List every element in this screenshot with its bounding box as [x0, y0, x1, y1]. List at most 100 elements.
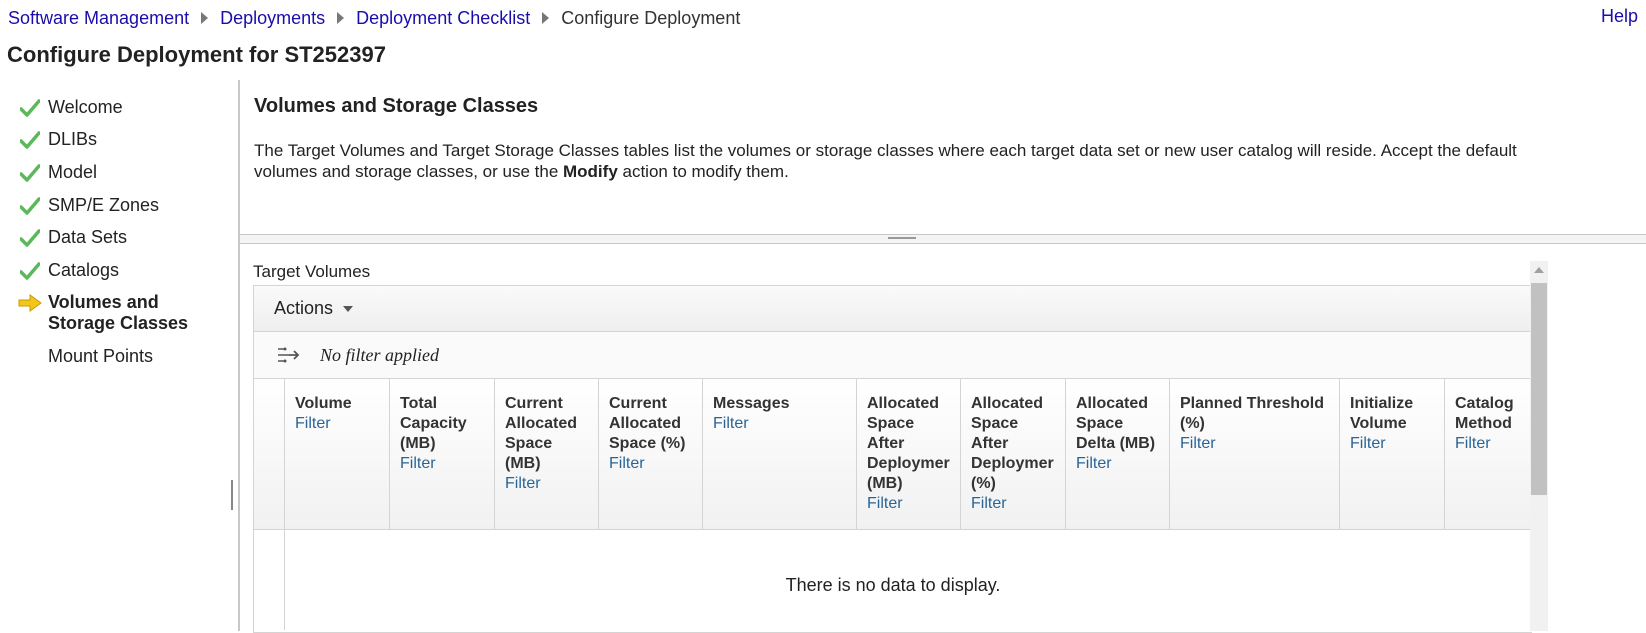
table-body: There is no data to display.: [254, 530, 1532, 630]
vertical-splitter[interactable]: [231, 480, 233, 510]
column-header-messages[interactable]: Messages Filter: [702, 379, 856, 529]
breadcrumb-software-management[interactable]: Software Management: [8, 8, 189, 29]
nav-item-smpe-zones[interactable]: SMP/E Zones: [18, 195, 159, 217]
breadcrumb-deployment-checklist[interactable]: Deployment Checklist: [356, 8, 530, 29]
description-text-end: action to modify them.: [617, 162, 789, 181]
column-filter-link[interactable]: Filter: [295, 414, 389, 434]
breadcrumb-deployments[interactable]: Deployments: [220, 8, 325, 29]
nav-item-label-line1: Volumes and: [48, 292, 159, 312]
column-header-allocated-after-mb[interactable]: Allocated Space After Deploymer (MB) Fil…: [856, 379, 960, 529]
description-text: The Target Volumes and Target Storage Cl…: [254, 141, 1517, 181]
column-title: Catalog: [1455, 395, 1514, 412]
column-title: Allocated: [971, 395, 1044, 412]
column-header-total-capacity[interactable]: Total Capacity (MB) Filter: [389, 379, 494, 529]
page-title: Configure Deployment for ST252397: [7, 42, 386, 67]
nav-item-volumes-storage-classes[interactable]: Volumes and Storage Classes: [18, 292, 188, 334]
filter-toggle-icon[interactable]: [276, 343, 300, 367]
nav-item-dlibs[interactable]: DLIBs: [18, 129, 97, 151]
blank-icon: [18, 346, 42, 368]
column-title: (MB): [400, 435, 436, 452]
row-select-header[interactable]: [254, 379, 284, 529]
column-title: Method: [1455, 415, 1512, 432]
column-filter-link[interactable]: Filter: [1455, 434, 1532, 454]
nav-item-label: Welcome: [48, 97, 123, 117]
column-filter-link[interactable]: Filter: [505, 474, 598, 494]
actions-label: Actions: [274, 298, 334, 318]
column-title: Initialize: [1350, 395, 1414, 412]
section-title: Volumes and Storage Classes: [254, 95, 539, 117]
chevron-right-icon: [542, 12, 550, 24]
horizontal-splitter[interactable]: [240, 234, 1646, 244]
nav-item-mount-points[interactable]: Mount Points: [18, 346, 153, 368]
nav-item-model[interactable]: Model: [18, 162, 97, 184]
column-header-initialize-volume[interactable]: Initialize Volume Filter: [1339, 379, 1444, 529]
empty-table-message: There is no data to display.: [785, 575, 1001, 595]
description-bold-text: Modify: [563, 162, 618, 181]
column-title: Allocated: [505, 415, 578, 432]
splitter-grip-icon: [888, 237, 916, 239]
table-caption: Target Volumes: [253, 262, 371, 281]
checkmark-icon: [18, 162, 42, 184]
scrollbar-thumb[interactable]: [1531, 283, 1547, 495]
nav-item-welcome[interactable]: Welcome: [18, 97, 123, 119]
column-header-current-allocated-space-mb[interactable]: Current Allocated Space (MB) Filter: [494, 379, 598, 529]
column-header-allocated-after-pct[interactable]: Allocated Space After Deploymer (%) Filt…: [960, 379, 1065, 529]
arrow-right-icon: [18, 292, 42, 314]
column-title: (%): [1180, 415, 1205, 432]
scroll-up-icon[interactable]: [1534, 267, 1544, 273]
nav-item-label: Data Sets: [48, 227, 128, 247]
breadcrumb-current: Configure Deployment: [561, 7, 741, 28]
nav-item-label: Volumes and Storage Classes: [48, 292, 188, 334]
column-title: Messages: [713, 395, 790, 412]
column-header-volume[interactable]: Volume Filter: [284, 379, 389, 529]
nav-item-label: Model: [48, 162, 98, 182]
column-title: Volume: [295, 395, 352, 412]
column-title: Deploymer: [867, 455, 950, 472]
column-filter-link[interactable]: Filter: [971, 494, 1065, 514]
checkmark-icon: [18, 97, 42, 119]
column-filter-link[interactable]: Filter: [1350, 434, 1444, 454]
table-toolbar: Actions: [254, 286, 1532, 332]
nav-item-label: DLIBs: [48, 129, 98, 149]
column-title: Space: [867, 415, 915, 432]
column-title: Volume: [1350, 415, 1407, 432]
nav-item-data-sets[interactable]: Data Sets: [18, 227, 127, 249]
column-header-current-allocated-space-pct[interactable]: Current Allocated Space (%) Filter: [598, 379, 702, 529]
checkmark-icon: [18, 129, 42, 151]
chevron-right-icon: [337, 12, 345, 24]
breadcrumb: Software Management Deployments Deployme…: [8, 6, 740, 30]
help-link[interactable]: Help: [1601, 6, 1638, 27]
column-title: Allocated: [609, 415, 682, 432]
section-description: The Target Volumes and Target Storage Cl…: [254, 140, 1544, 182]
column-title: Space: [971, 415, 1019, 432]
column-header-catalog-method[interactable]: Catalog Method Filter: [1444, 379, 1532, 529]
nav-item-catalogs[interactable]: Catalogs: [18, 260, 119, 282]
column-title: Space: [505, 435, 553, 452]
column-title: Space: [1076, 415, 1124, 432]
chevron-right-icon: [201, 12, 209, 24]
column-filter-link[interactable]: Filter: [867, 494, 960, 514]
column-title: Total: [400, 395, 438, 412]
actions-menu-button[interactable]: Actions: [274, 298, 354, 319]
column-filter-link[interactable]: Filter: [713, 414, 856, 434]
column-title: (MB): [867, 475, 903, 492]
checklist-nav: Welcome DLIBs Model SMP/E Zones Data Set…: [0, 80, 240, 631]
column-title: (MB): [505, 455, 541, 472]
filter-status: No filter applied: [320, 344, 439, 365]
column-header-allocated-delta[interactable]: Allocated Space Delta (MB) Filter: [1065, 379, 1169, 529]
column-title: Current: [609, 395, 667, 412]
column-title: Deploymer: [971, 455, 1054, 472]
column-title: Allocated: [1076, 395, 1149, 412]
vertical-scrollbar[interactable]: [1530, 261, 1548, 631]
column-title: Space (%): [609, 435, 686, 452]
column-title: After: [971, 435, 1009, 452]
column-title: Allocated: [867, 395, 940, 412]
column-filter-link[interactable]: Filter: [400, 454, 494, 474]
column-filter-link[interactable]: Filter: [609, 454, 702, 474]
column-title: After: [867, 435, 905, 452]
column-header-planned-threshold[interactable]: Planned Threshold (%) Filter: [1169, 379, 1339, 529]
column-title: Capacity: [400, 415, 467, 432]
column-filter-link[interactable]: Filter: [1076, 454, 1169, 474]
column-filter-link[interactable]: Filter: [1180, 434, 1339, 454]
caret-down-icon: [343, 305, 354, 312]
